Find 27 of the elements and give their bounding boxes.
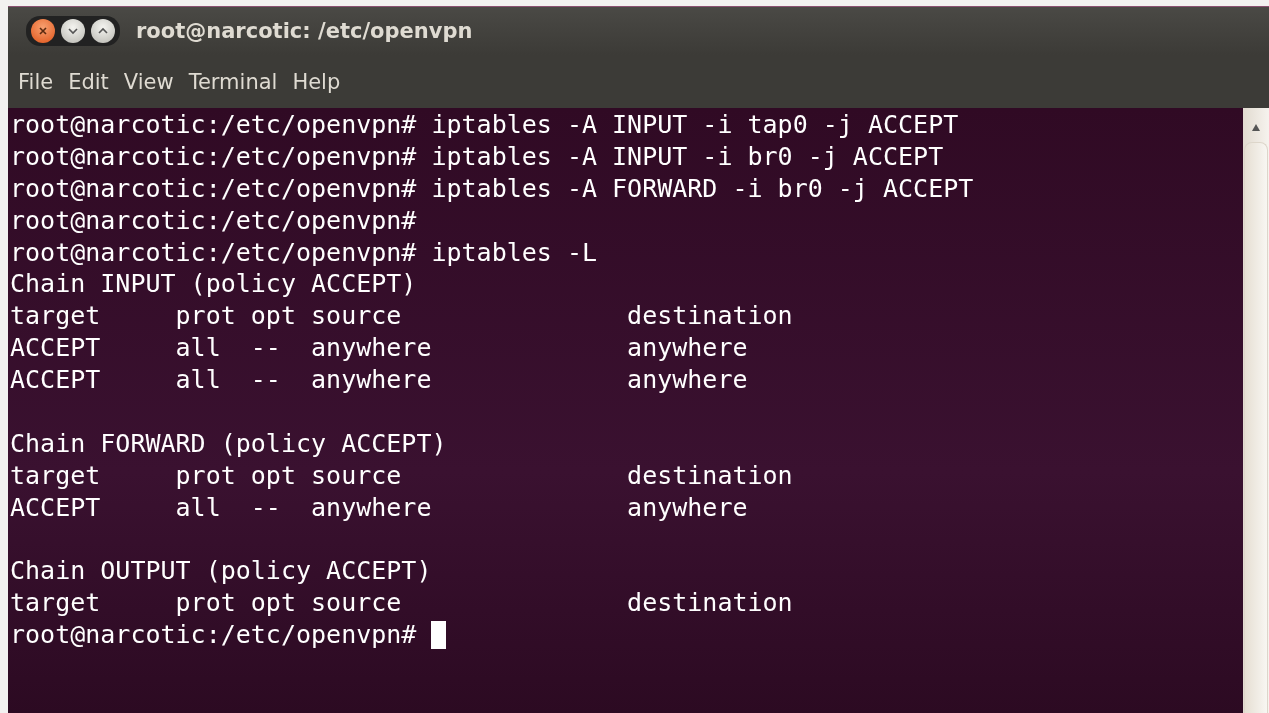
terminal-line: root@narcotic:/etc/openvpn# iptables -A INPUT -i tap0 -j ACCEPT bbox=[10, 110, 959, 139]
terminal-line: target prot opt source destination bbox=[10, 589, 793, 618]
terminal-line: root@narcotic:/etc/openvpn# iptables -L bbox=[10, 238, 597, 267]
terminal-line: root@narcotic:/etc/openvpn# bbox=[10, 621, 417, 650]
terminal-line: Chain FORWARD (policy ACCEPT) bbox=[10, 429, 447, 458]
menu-item[interactable]: Help bbox=[292, 69, 341, 94]
terminal-line: Chain OUTPUT (policy ACCEPT) bbox=[10, 557, 432, 586]
terminal-line: root@narcotic:/etc/openvpn# iptables -A FORWARD -i br0 -j ACCEPT bbox=[10, 174, 974, 203]
terminal-line: ACCEPT all -- anywhere anywhere bbox=[10, 366, 748, 395]
scroll-up-icon[interactable] bbox=[1251, 123, 1261, 132]
close-button[interactable] bbox=[31, 19, 55, 43]
terminal-line: Chain INPUT (policy ACCEPT) bbox=[10, 270, 417, 299]
terminal-line: target prot opt source destination bbox=[10, 302, 793, 331]
minimize-button[interactable] bbox=[61, 19, 85, 43]
menu-item[interactable]: View bbox=[123, 69, 174, 94]
terminal-line: root@narcotic:/etc/openvpn# iptables -A INPUT -i br0 -j ACCEPT bbox=[10, 142, 944, 171]
close-icon bbox=[37, 25, 49, 37]
window-title: root@narcotic: /etc/openvpn bbox=[136, 19, 473, 43]
maximize-button[interactable] bbox=[91, 19, 115, 43]
terminal-line: ACCEPT all -- anywhere anywhere bbox=[10, 493, 748, 522]
menu-item[interactable]: Edit bbox=[68, 69, 109, 94]
terminal-line: ACCEPT all -- anywhere anywhere bbox=[10, 334, 748, 363]
terminal-line: root@narcotic:/etc/openvpn# bbox=[10, 206, 417, 235]
terminal-line: target prot opt source destination bbox=[10, 461, 793, 490]
menu-item[interactable]: File bbox=[18, 69, 54, 94]
chevron-down-icon bbox=[67, 25, 79, 37]
menu-item[interactable]: Terminal bbox=[188, 69, 278, 94]
